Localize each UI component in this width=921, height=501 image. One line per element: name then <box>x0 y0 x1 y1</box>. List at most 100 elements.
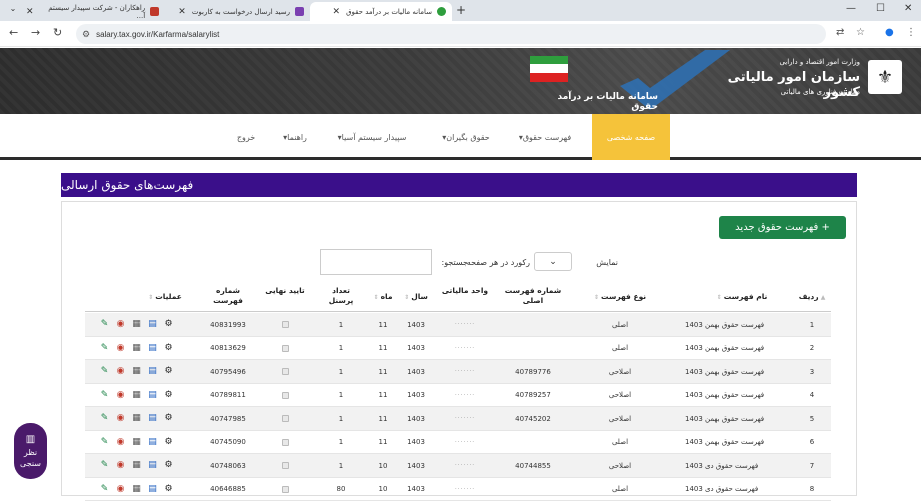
edit-icon[interactable]: ✎ <box>99 343 110 354</box>
calculator-icon[interactable]: ▦ <box>131 343 142 354</box>
row-operations: ⚙ ▤ ▦ ◉ ✎ <box>99 360 174 383</box>
settings-gear-icon[interactable]: ⚙ <box>163 366 174 377</box>
cell-unit: ······· <box>440 478 490 501</box>
document-icon[interactable]: ▤ <box>147 437 158 448</box>
nav-logout[interactable]: خروج <box>226 114 266 160</box>
edit-icon[interactable]: ✎ <box>99 319 110 330</box>
calculator-icon[interactable]: ▦ <box>131 437 142 448</box>
document-icon[interactable]: ▤ <box>147 319 158 330</box>
address-input[interactable]: ⚙ salary.tax.gov.ir/Karfarma/salarylist <box>76 24 826 44</box>
row-operations: ⚙ ▤ ▦ ◉ ✎ <box>99 337 174 360</box>
favicon-icon <box>150 7 159 16</box>
translate-icon[interactable]: ⇄ <box>836 27 844 38</box>
cell-idx: 4 <box>793 384 831 407</box>
sort-icon: ⇕ <box>373 294 380 301</box>
document-icon[interactable]: ▤ <box>147 460 158 471</box>
profile-icon[interactable]: ● <box>885 27 894 38</box>
document-icon[interactable]: ▤ <box>147 343 158 354</box>
tab-close-icon[interactable]: ✕ <box>178 7 186 17</box>
minimize-button[interactable]: — <box>846 3 856 14</box>
col-header-type[interactable]: نوع فهرست ⇕ <box>585 292 655 303</box>
back-icon[interactable]: ← <box>9 26 18 39</box>
edit-icon[interactable]: ✎ <box>99 390 110 401</box>
window-close-button[interactable]: ✕ <box>904 3 912 14</box>
bookmark-star-icon[interactable]: ☆ <box>856 27 865 38</box>
org-deputy-label: معاونت فناوری های مالیاتی <box>740 88 860 96</box>
col-header-name[interactable]: نام فهرست ⇕ <box>697 292 787 303</box>
view-eye-icon[interactable]: ◉ <box>115 460 126 471</box>
view-eye-icon[interactable]: ◉ <box>115 319 126 330</box>
cell-num: 40789811 <box>203 384 253 407</box>
view-eye-icon[interactable]: ◉ <box>115 343 126 354</box>
cell-orig: 40789257 <box>498 384 568 407</box>
final-approval-checkbox <box>282 345 289 352</box>
col-header-month[interactable]: ماه ⇕ <box>369 292 397 303</box>
col-header-idx[interactable]: ▲ ردیف <box>793 292 831 303</box>
cell-num: 40795496 <box>203 360 253 383</box>
maximize-button[interactable]: ☐ <box>876 3 885 14</box>
calculator-icon[interactable]: ▦ <box>131 366 142 377</box>
cell-num: 40813629 <box>203 337 253 360</box>
cell-final <box>265 384 305 407</box>
new-salary-list-button[interactable]: + فهرست حقوق جدید <box>719 216 846 239</box>
settings-gear-icon[interactable]: ⚙ <box>163 460 174 471</box>
browser-tab-3[interactable]: راهکاران - شرکت سپیدار سیستم آ... ✕ <box>20 2 165 21</box>
calculator-icon[interactable]: ▦ <box>131 460 142 471</box>
settings-gear-icon[interactable]: ⚙ <box>163 484 174 495</box>
cell-month: 11 <box>369 313 397 336</box>
cell-count: 1 <box>321 337 361 360</box>
cell-month: 11 <box>369 337 397 360</box>
site-info-icon[interactable]: ⚙ <box>82 29 90 40</box>
tab-close-icon[interactable]: ✕ <box>333 7 341 17</box>
nav-help[interactable]: راهنما▾ <box>272 114 318 160</box>
settings-gear-icon[interactable]: ⚙ <box>163 437 174 448</box>
col-header-final[interactable]: تایید نهایی <box>265 286 305 296</box>
nav-salary-list[interactable]: فهرست حقوق▾ <box>510 114 580 160</box>
page-length-select[interactable]: ⌄ <box>534 252 572 271</box>
calculator-icon[interactable]: ▦ <box>131 413 142 424</box>
document-icon[interactable]: ▤ <box>147 366 158 377</box>
settings-gear-icon[interactable]: ⚙ <box>163 390 174 401</box>
calculator-icon[interactable]: ▦ <box>131 390 142 401</box>
settings-gear-icon[interactable]: ⚙ <box>163 413 174 424</box>
edit-icon[interactable]: ✎ <box>99 484 110 495</box>
poll-button[interactable]: ▥ نظر سنجی <box>14 423 47 479</box>
nav-employees[interactable]: حقوق بگیران▾ <box>430 114 502 160</box>
col-header-num[interactable]: شماره فهرست <box>203 286 253 306</box>
calculator-icon[interactable]: ▦ <box>131 484 142 495</box>
new-tab-button[interactable]: + <box>456 3 466 17</box>
edit-icon[interactable]: ✎ <box>99 460 110 471</box>
menu-kebab-icon[interactable]: ⋮ <box>906 27 916 38</box>
view-eye-icon[interactable]: ◉ <box>115 437 126 448</box>
browser-tab-2[interactable]: رسید ارسال درخواست به کاربوت ✕ <box>165 2 310 21</box>
col-header-orig[interactable]: شماره فهرست اصلی <box>498 286 568 306</box>
calculator-icon[interactable]: ▦ <box>131 319 142 330</box>
view-eye-icon[interactable]: ◉ <box>115 390 126 401</box>
cell-year: 1403 <box>401 407 431 430</box>
forward-icon[interactable]: → <box>31 26 40 39</box>
cell-year: 1403 <box>401 360 431 383</box>
browser-tab-active[interactable]: سامانه مالیات بر درآمد حقوق ✕ <box>310 2 452 21</box>
view-eye-icon[interactable]: ◉ <box>115 366 126 377</box>
view-eye-icon[interactable]: ◉ <box>115 413 126 424</box>
nav-personal-page[interactable]: صفحه شخصی <box>592 114 670 160</box>
edit-icon[interactable]: ✎ <box>99 437 110 448</box>
tab-close-icon[interactable]: ✕ <box>26 7 34 17</box>
document-icon[interactable]: ▤ <box>147 390 158 401</box>
document-icon[interactable]: ▤ <box>147 484 158 495</box>
edit-icon[interactable]: ✎ <box>99 366 110 377</box>
document-icon[interactable]: ▤ <box>147 413 158 424</box>
view-eye-icon[interactable]: ◉ <box>115 484 126 495</box>
col-header-year[interactable]: سال ⇕ <box>401 292 431 303</box>
reload-icon[interactable]: ↻ <box>53 26 62 39</box>
col-header-count[interactable]: تعداد پرسنل <box>321 286 361 306</box>
settings-gear-icon[interactable]: ⚙ <box>163 343 174 354</box>
edit-icon[interactable]: ✎ <box>99 413 110 424</box>
nav-company[interactable]: سپیدار سیستم آسیا▾ <box>322 114 422 160</box>
search-input[interactable] <box>320 249 432 275</box>
tab-search-icon[interactable]: ⌄ <box>6 4 20 17</box>
cell-unit: ······· <box>440 360 490 383</box>
settings-gear-icon[interactable]: ⚙ <box>163 319 174 330</box>
cell-final <box>265 478 305 501</box>
col-header-unit[interactable]: واحد مالیاتی <box>440 286 490 296</box>
